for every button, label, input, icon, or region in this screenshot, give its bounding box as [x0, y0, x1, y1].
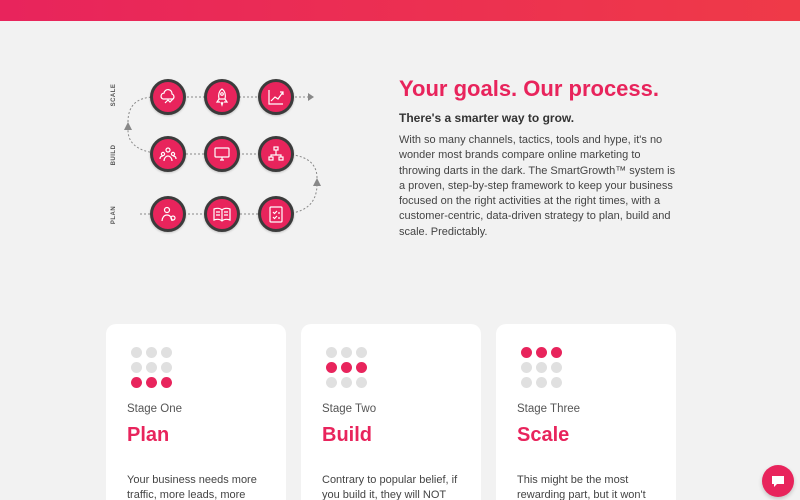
- card-plan[interactable]: Stage One Plan Your business needs more …: [106, 324, 286, 500]
- plan-dots-icon: [131, 347, 175, 388]
- sitemap-icon: [258, 136, 294, 172]
- section-headline: Your goals. Our process.: [399, 76, 659, 101]
- card-text: This might be the most rewarding part, b…: [517, 474, 646, 500]
- checklist-icon: [258, 196, 294, 232]
- section-subhead: There's a smarter way to grow.: [399, 111, 575, 125]
- card-text: Your business needs more traffic, more l…: [127, 474, 257, 500]
- user-target-icon: [150, 196, 186, 232]
- scale-dots-icon: [521, 347, 565, 388]
- build-dots-icon: [326, 347, 370, 388]
- card-stage-label: Stage Two: [322, 403, 377, 415]
- card-stage-label: Stage Three: [517, 403, 581, 415]
- team-icon: [150, 136, 186, 172]
- rocket-icon: [204, 79, 240, 115]
- cloud-chart-icon: [150, 79, 186, 115]
- card-scale[interactable]: Stage Three Scale This might be the most…: [496, 324, 676, 500]
- card-title: Plan: [127, 424, 170, 446]
- book-icon: [204, 196, 240, 232]
- card-build[interactable]: Stage Two Build Contrary to popular beli…: [301, 324, 481, 500]
- chat-bubble-icon: [772, 476, 784, 487]
- row-label-scale: SCALE: [111, 83, 117, 107]
- card-title: Build: [322, 424, 372, 446]
- top-bar: [0, 0, 800, 21]
- row-label-plan: PLAN: [111, 205, 117, 225]
- chat-button[interactable]: [762, 465, 794, 497]
- card-title: Scale: [517, 424, 570, 446]
- row-label-build: BUILD: [111, 144, 117, 166]
- process-diagram: SCALE BUILD PLAN: [100, 70, 330, 250]
- section-body: With so many channels, tactics, tools an…: [399, 134, 676, 238]
- card-text: Contrary to popular belief, if you build…: [322, 474, 458, 500]
- growth-chart-icon: [258, 79, 294, 115]
- devices-icon: [204, 136, 240, 172]
- card-stage-label: Stage One: [127, 403, 182, 415]
